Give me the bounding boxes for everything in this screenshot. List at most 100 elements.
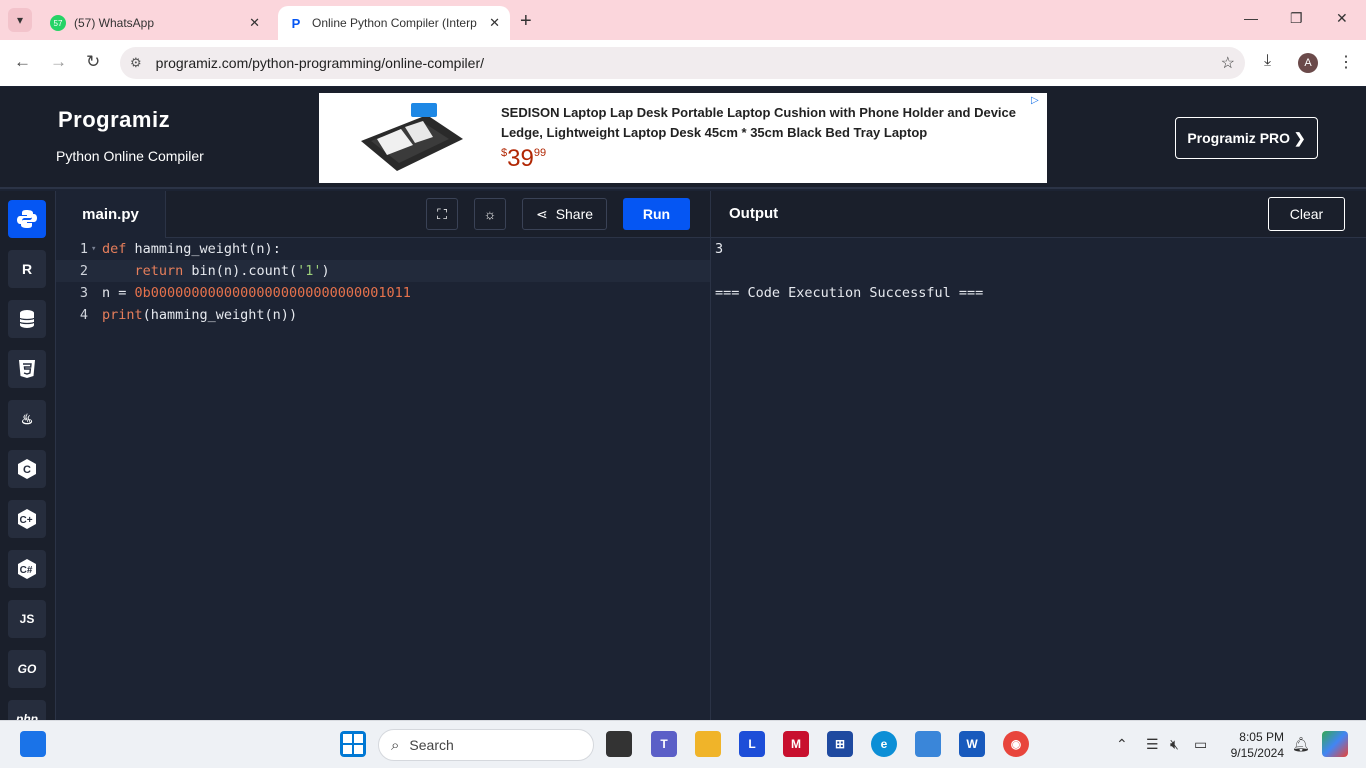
- bookmark-star-icon[interactable]: ☆: [1221, 53, 1235, 73]
- code-line: 2 return bin(n).count('1'): [56, 260, 710, 282]
- code-text: return bin(n).count('1'): [134, 263, 330, 279]
- programiz-logo[interactable]: Programiz: [58, 107, 170, 133]
- run-button[interactable]: Run: [623, 198, 690, 230]
- ad-price: $3999: [501, 145, 547, 172]
- svg-text:C+: C+: [19, 515, 32, 526]
- tab-programiz[interactable]: P Online Python Compiler (Interp ✕: [278, 6, 510, 40]
- output-console[interactable]: 3 === Code Execution Successful ===: [711, 238, 1366, 720]
- file-tab-main[interactable]: main.py: [56, 191, 166, 238]
- cpp-icon[interactable]: C+: [8, 500, 46, 538]
- programiz-icon: P: [288, 15, 304, 31]
- profile-avatar[interactable]: A: [1298, 53, 1318, 73]
- php-icon[interactable]: php: [8, 700, 46, 720]
- taskbar: ⌕ Search T L M ⊞ e W ◉ ⌃ ☰ 🔇︎ ▭ 8:05 PM …: [0, 720, 1366, 768]
- minimize-icon[interactable]: —: [1244, 10, 1258, 26]
- address-bar[interactable]: ⚙ programiz.com/python-programming/onlin…: [120, 47, 1245, 79]
- wifi-icon[interactable]: ☰: [1146, 736, 1159, 753]
- output-title: Output: [729, 205, 779, 222]
- fullscreen-icon[interactable]: ⛶: [426, 198, 458, 230]
- l-app-icon[interactable]: L: [739, 731, 765, 757]
- code-editor[interactable]: 1 ▾ def hamming_weight(n): 2 return bin(…: [56, 238, 710, 720]
- close-icon[interactable]: ✕: [249, 15, 260, 31]
- code-line: 1 ▾ def hamming_weight(n):: [56, 238, 710, 260]
- java-icon[interactable]: ♨: [8, 400, 46, 438]
- volume-muted-icon[interactable]: 🔇︎: [1170, 736, 1179, 753]
- notification-bell-icon[interactable]: 🔔︎: [1292, 736, 1310, 753]
- line-number: 2: [79, 263, 88, 279]
- reload-icon[interactable]: ↻: [86, 52, 100, 72]
- output-line: === Code Execution Successful ===: [715, 285, 984, 301]
- ad-banner[interactable]: SEDISON Laptop Lap Desk Portable Laptop …: [319, 93, 1047, 183]
- windows-start-icon[interactable]: [340, 731, 366, 757]
- taskbar-clock[interactable]: 8:05 PM 9/15/2024: [1226, 729, 1284, 761]
- share-button[interactable]: ⋖ Share: [522, 198, 607, 230]
- editor-toolbar: main.py ⛶ ☼ ⋖ Share Run: [56, 191, 710, 238]
- widgets-icon[interactable]: [20, 731, 46, 757]
- line-number: 3: [79, 285, 88, 301]
- tab-search-icon[interactable]: ▾: [8, 8, 32, 32]
- code-line: 3 n = 0b00000000000000000000000000001011: [56, 282, 710, 304]
- python-icon[interactable]: [8, 200, 46, 238]
- line-number: 1: [79, 241, 88, 257]
- close-icon[interactable]: ✕: [489, 15, 500, 31]
- chevron-up-icon[interactable]: ⌃: [1116, 736, 1128, 753]
- line-number: 4: [79, 307, 88, 323]
- copilot-icon[interactable]: [1322, 731, 1348, 757]
- file-explorer-icon[interactable]: [695, 731, 721, 757]
- clock-date: 9/15/2024: [1230, 746, 1284, 760]
- code-text: print(hamming_weight(n)): [102, 307, 298, 323]
- teams-icon[interactable]: T: [651, 731, 677, 757]
- forward-icon[interactable]: →: [50, 52, 67, 72]
- chrome-icon[interactable]: ◉: [1003, 731, 1029, 757]
- code-text: n = 0b00000000000000000000000000001011: [102, 285, 411, 301]
- code-line: 4 print(hamming_weight(n)): [56, 304, 710, 326]
- fold-icon[interactable]: ▾: [88, 244, 102, 254]
- output-toolbar: Output Clear: [711, 191, 1366, 238]
- download-icon[interactable]: ⤓: [1264, 52, 1271, 70]
- whatsapp-icon: 57: [50, 15, 66, 31]
- theme-toggle-icon[interactable]: ☼: [474, 198, 506, 230]
- browser-tabstrip: ▾ 57 (57) WhatsApp ✕ P Online Python Com…: [0, 0, 1366, 40]
- site-info-icon[interactable]: ⚙: [130, 55, 142, 71]
- tab-title: Online Python Compiler (Interp: [312, 16, 477, 30]
- store-icon[interactable]: ⊞: [827, 731, 853, 757]
- code-text: def hamming_weight(n):: [102, 241, 281, 257]
- laptop-desk-image: [361, 103, 463, 171]
- battery-icon[interactable]: ▭: [1194, 736, 1207, 753]
- menu-icon[interactable]: ⋮: [1338, 52, 1354, 72]
- clock-time: 8:05 PM: [1239, 730, 1284, 744]
- svg-text:C#: C#: [20, 565, 33, 576]
- ad-text: SEDISON Laptop Lap Desk Portable Laptop …: [501, 105, 1017, 140]
- back-icon[interactable]: ←: [14, 52, 31, 72]
- word-icon[interactable]: W: [959, 731, 985, 757]
- html5-icon[interactable]: [8, 350, 46, 388]
- output-line: 3: [715, 241, 724, 257]
- javascript-icon[interactable]: JS: [8, 600, 46, 638]
- close-window-icon[interactable]: ✕: [1336, 10, 1348, 27]
- photos-icon[interactable]: [915, 731, 941, 757]
- search-placeholder: Search: [409, 737, 454, 753]
- sql-database-icon[interactable]: [8, 300, 46, 338]
- programiz-pro-button[interactable]: Programiz PRO ❯: [1175, 117, 1318, 159]
- language-sidebar: R ♨ C C+ C# JS GO php: [0, 191, 56, 720]
- c-icon[interactable]: C: [8, 450, 46, 488]
- edge-icon[interactable]: e: [871, 731, 897, 757]
- tab-title: (57) WhatsApp: [74, 16, 155, 30]
- search-icon: ⌕: [391, 736, 400, 754]
- programiz-header: Programiz Python Online Compiler SEDISON…: [0, 87, 1366, 189]
- r-icon[interactable]: R: [8, 250, 46, 288]
- task-view-icon[interactable]: [606, 731, 632, 757]
- restore-icon[interactable]: ❐: [1290, 10, 1303, 27]
- taskbar-search[interactable]: ⌕ Search: [378, 729, 594, 761]
- clear-button[interactable]: Clear: [1268, 197, 1345, 231]
- new-tab-icon[interactable]: +: [520, 10, 532, 33]
- adchoices-icon[interactable]: ▷: [1031, 95, 1045, 109]
- mcafee-icon[interactable]: M: [783, 731, 809, 757]
- csharp-icon[interactable]: C#: [8, 550, 46, 588]
- browser-toolbar: ← → ↻ ⚙ programiz.com/python-programming…: [0, 40, 1366, 86]
- page-subtitle: Python Online Compiler: [56, 148, 204, 164]
- go-icon[interactable]: GO: [8, 650, 46, 688]
- tab-whatsapp[interactable]: 57 (57) WhatsApp ✕: [40, 6, 270, 40]
- share-label: Share: [555, 206, 594, 222]
- url-text: programiz.com/python-programming/online-…: [155, 55, 485, 71]
